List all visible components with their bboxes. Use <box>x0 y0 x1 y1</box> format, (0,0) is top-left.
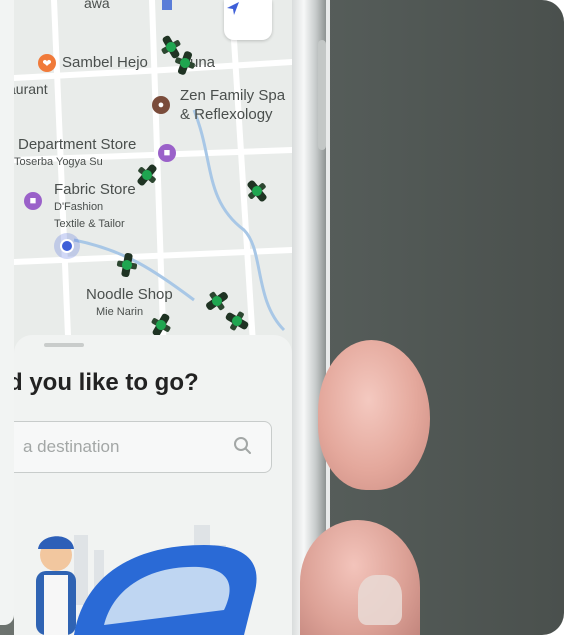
street-label: awa <box>84 0 110 11</box>
bottom-sheet[interactable]: d you like to go? a destination <box>14 335 292 635</box>
search-icon[interactable] <box>233 436 253 456</box>
poi-fabric-store-line3: Textile & Tailor <box>54 218 125 230</box>
shopping-bag-icon: ■ <box>24 192 42 210</box>
poi-restaurant-partial[interactable]: aurant <box>14 81 48 97</box>
left-card-edge <box>0 0 14 625</box>
poi-fabric-store[interactable]: Fabric Store <box>54 182 136 198</box>
driver-with-car-illustration <box>36 525 257 635</box>
phone-screen: awa ❤ Sambel Hejo una aurant ● Zen Famil… <box>14 0 292 635</box>
poi-department-store[interactable]: Department Store <box>18 137 136 153</box>
thumb <box>318 340 430 490</box>
thumbnail-nail <box>358 575 402 625</box>
motorbike-driver-icon <box>175 51 195 75</box>
poi-noodle-shop-line2: Mie Narin <box>96 306 144 318</box>
motorbike-driver-icon <box>116 252 138 278</box>
spa-icon: ● <box>152 96 170 114</box>
destination-search-input[interactable]: a destination <box>14 421 272 473</box>
poi-noodle-shop[interactable]: Noodle Shop <box>86 287 173 303</box>
poi-zen-family-spa[interactable]: Zen Family Spa <box>180 88 285 104</box>
restaurant-icon: ❤ <box>38 54 56 72</box>
poi-department-store-line2: Toserba Yogya Su <box>14 156 103 168</box>
phone-side-button <box>318 40 326 150</box>
sheet-title: d you like to go? <box>14 369 199 396</box>
motorbike-driver-icon <box>225 311 249 331</box>
map-view[interactable]: awa ❤ Sambel Hejo una aurant ● Zen Famil… <box>14 0 292 360</box>
motorbike-driver-icon <box>247 180 267 202</box>
search-placeholder: a destination <box>23 437 120 456</box>
poi-zen-family-spa-line2: & Reflexology <box>180 106 273 123</box>
sheet-drag-handle[interactable] <box>44 343 84 347</box>
photo: awa ❤ Sambel Hejo una aurant ● Zen Famil… <box>0 0 564 635</box>
transit-marker <box>162 0 172 10</box>
current-location-icon <box>54 233 80 259</box>
motorbike-driver-icon <box>137 164 157 186</box>
poi-fabric-store-line2: D'Fashion <box>54 201 104 213</box>
navigation-arrow-icon[interactable] <box>224 0 272 40</box>
poi-sambel-hejo[interactable]: Sambel Hejo <box>62 55 148 71</box>
